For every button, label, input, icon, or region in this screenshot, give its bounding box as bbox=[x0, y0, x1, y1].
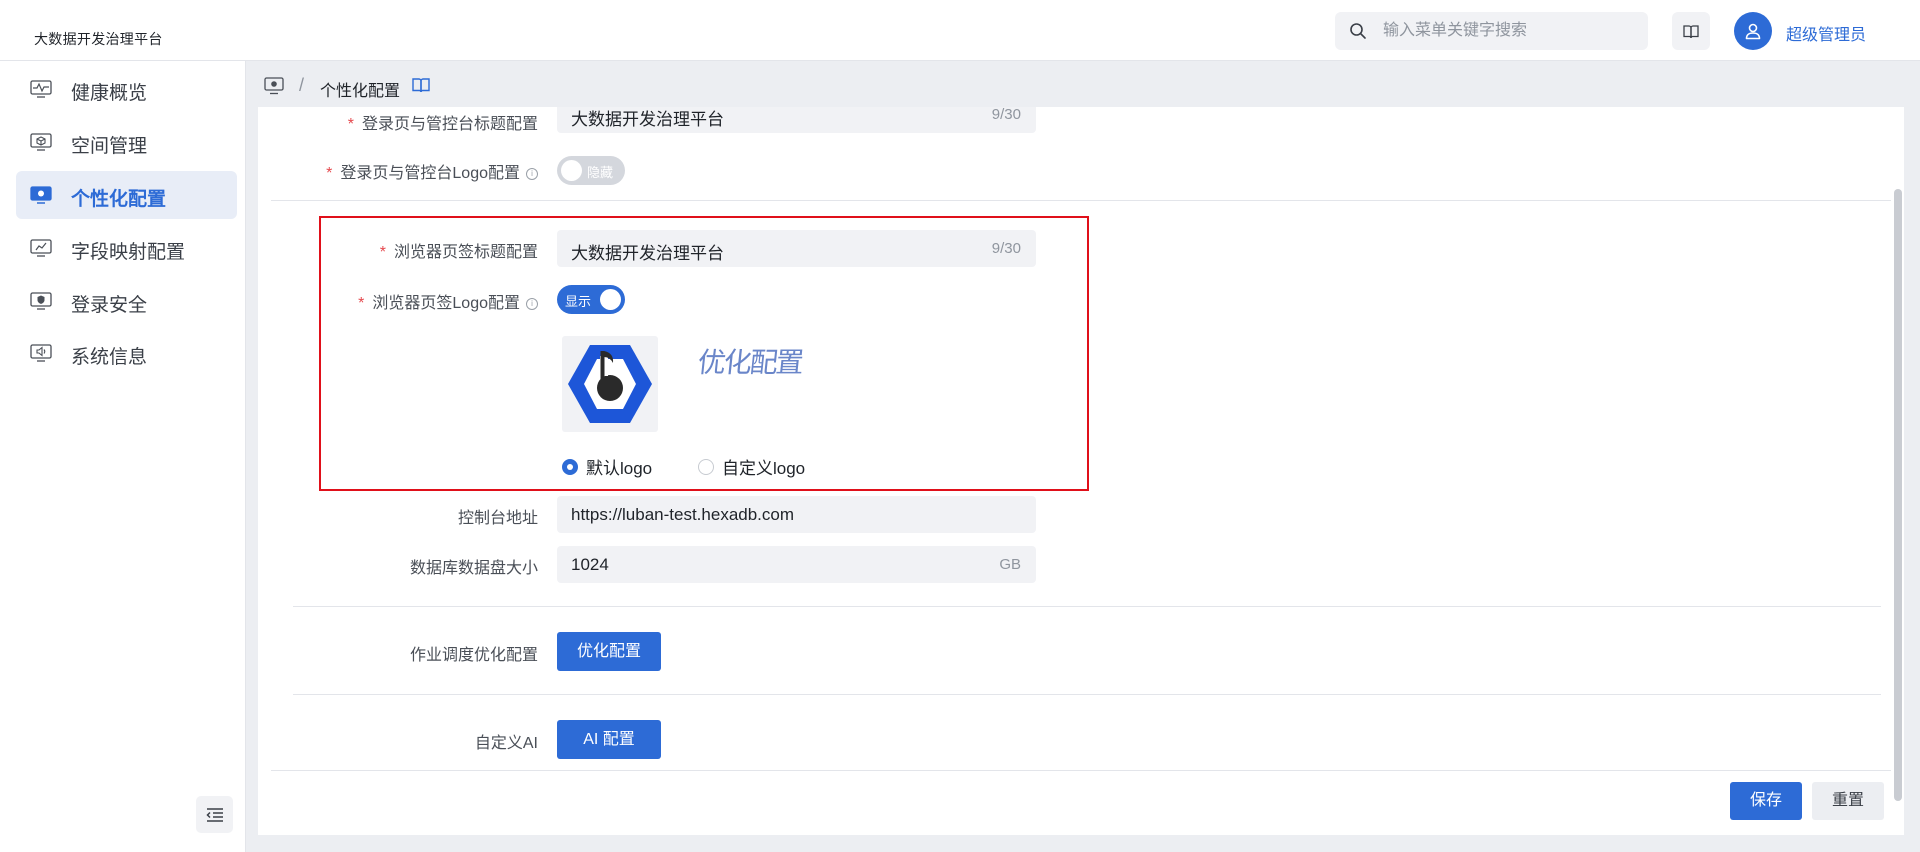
settings-monitor-icon[interactable] bbox=[264, 77, 284, 95]
console-url-label: 控制台地址 bbox=[457, 510, 538, 527]
required-marker: * bbox=[379, 244, 386, 261]
toggle-text: 隐藏 bbox=[587, 165, 614, 180]
search-input[interactable] bbox=[1383, 12, 1633, 50]
settings-form-panel: * 登录页与管控台标题配置 大数据开发治理平台 9/30 * 登录页与管控台Logo… bbox=[258, 107, 1904, 835]
section-divider bbox=[271, 200, 1891, 201]
app-root: 大数据开发治理平台 超级管理员 bbox=[0, 0, 1920, 852]
radio-label: 自定义logo bbox=[722, 459, 806, 478]
top-header: 大数据开发治理平台 超级管理员 bbox=[0, 0, 1920, 61]
radio-unchecked-icon bbox=[698, 458, 714, 475]
book-icon[interactable] bbox=[412, 77, 430, 93]
reset-button[interactable]: 重置 bbox=[1812, 782, 1884, 820]
docs-button[interactable] bbox=[1672, 12, 1710, 50]
login-title-count: 9/30 bbox=[991, 107, 1021, 123]
sidebar: 健康概览 空间管理 个性化配置 字段映射配置 登录安全 系统信息 bbox=[0, 61, 246, 852]
sidebar-item-personalization[interactable]: 个性化配置 bbox=[16, 171, 237, 219]
radio-checked-icon bbox=[562, 458, 578, 475]
login-logo-toggle[interactable]: 隐藏 bbox=[557, 156, 625, 185]
job-optimize-label: 作业调度优化配置 bbox=[409, 647, 538, 664]
breadcrumb: / 个性化配置 bbox=[246, 61, 1920, 107]
speaker-monitor-icon bbox=[30, 344, 52, 362]
default-logo-preview[interactable] bbox=[562, 336, 658, 432]
radio-custom-logo[interactable]: 自定义logo bbox=[698, 454, 805, 479]
book-icon bbox=[1683, 24, 1699, 38]
sidebar-item-health[interactable]: 健康概览 bbox=[16, 65, 237, 113]
sidebar-collapse-button[interactable] bbox=[196, 796, 233, 833]
browser-logo-toggle[interactable]: 显示 bbox=[557, 285, 625, 314]
toggle-text: 显示 bbox=[565, 294, 592, 309]
sidebar-item-label: 系统信息 bbox=[71, 347, 148, 368]
section-divider bbox=[293, 606, 1881, 607]
user-name[interactable]: 超级管理员 bbox=[1786, 21, 1866, 45]
heartbeat-monitor-icon bbox=[30, 80, 52, 98]
login-logo-label: 登录页与管控台Logo配置 bbox=[340, 165, 520, 182]
sidebar-item-space[interactable]: 空间管理 bbox=[16, 118, 237, 166]
login-title-input[interactable]: 大数据开发治理平台 9/30 bbox=[557, 107, 1036, 133]
console-url-value: https://luban-test.hexadb.com bbox=[571, 505, 795, 524]
browser-logo-label: 浏览器页签Logo配置 bbox=[372, 295, 520, 312]
app-title: 大数据开发治理平台 bbox=[34, 31, 163, 47]
browser-title-value: 大数据开发治理平台 bbox=[571, 244, 724, 263]
browser-title-label: 浏览器页签标题配置 bbox=[393, 244, 538, 261]
sidebar-item-login-security[interactable]: 登录安全 bbox=[16, 277, 237, 325]
search-icon bbox=[1350, 23, 1366, 39]
footer-divider bbox=[271, 770, 1891, 771]
save-button[interactable]: 保存 bbox=[1730, 782, 1802, 820]
console-url-input[interactable]: https://luban-test.hexadb.com bbox=[557, 496, 1036, 533]
login-title-value: 大数据开发治理平台 bbox=[571, 110, 724, 129]
settings-monitor-icon bbox=[30, 186, 52, 204]
sidebar-item-label: 健康概览 bbox=[71, 83, 148, 104]
breadcrumb-current: 个性化配置 bbox=[320, 83, 401, 100]
optimize-config-button[interactable]: 优化配置 bbox=[557, 632, 661, 671]
browser-title-input[interactable]: 大数据开发治理平台 9/30 bbox=[557, 230, 1036, 267]
sidebar-item-label: 登录安全 bbox=[71, 295, 148, 316]
required-marker: * bbox=[347, 116, 354, 133]
required-marker: * bbox=[326, 165, 333, 182]
info-icon[interactable]: i bbox=[526, 167, 538, 180]
login-title-label: 登录页与管控台标题配置 bbox=[361, 116, 538, 133]
info-icon[interactable]: i bbox=[526, 297, 538, 310]
toggle-knob bbox=[561, 160, 582, 181]
cube-monitor-icon bbox=[30, 133, 52, 151]
hexagon-logo-icon bbox=[568, 345, 652, 423]
user-icon bbox=[1745, 23, 1761, 40]
sidebar-item-label: 个性化配置 bbox=[71, 189, 167, 210]
shield-monitor-icon bbox=[30, 292, 52, 310]
disk-size-label: 数据库数据盘大小 bbox=[409, 560, 538, 577]
avatar[interactable] bbox=[1734, 12, 1772, 50]
sidebar-item-label: 空间管理 bbox=[71, 136, 148, 157]
ai-config-button[interactable]: AI 配置 bbox=[557, 720, 661, 759]
menu-search[interactable] bbox=[1335, 12, 1648, 50]
collapse-menu-icon bbox=[205, 807, 223, 822]
browser-title-count: 9/30 bbox=[991, 240, 1021, 257]
breadcrumb-separator: / bbox=[299, 75, 305, 95]
logo-preview-text: 优化配置 bbox=[696, 346, 804, 379]
disk-size-value: 1024 bbox=[571, 555, 609, 574]
section-divider bbox=[293, 694, 1881, 695]
chart-monitor-icon bbox=[30, 239, 52, 257]
sidebar-item-label: 字段映射配置 bbox=[71, 242, 186, 263]
radio-default-logo[interactable]: 默认logo bbox=[562, 454, 652, 479]
required-marker: * bbox=[358, 295, 365, 312]
sidebar-item-field-mapping[interactable]: 字段映射配置 bbox=[16, 224, 237, 272]
sidebar-item-system-info[interactable]: 系统信息 bbox=[16, 329, 237, 377]
toggle-knob bbox=[600, 289, 621, 310]
vertical-scrollbar[interactable] bbox=[1894, 189, 1902, 801]
disk-size-input[interactable]: 1024 GB bbox=[557, 546, 1036, 583]
custom-ai-label: 自定义AI bbox=[474, 735, 538, 752]
radio-label: 默认logo bbox=[586, 459, 653, 478]
disk-size-unit: GB bbox=[999, 556, 1021, 573]
